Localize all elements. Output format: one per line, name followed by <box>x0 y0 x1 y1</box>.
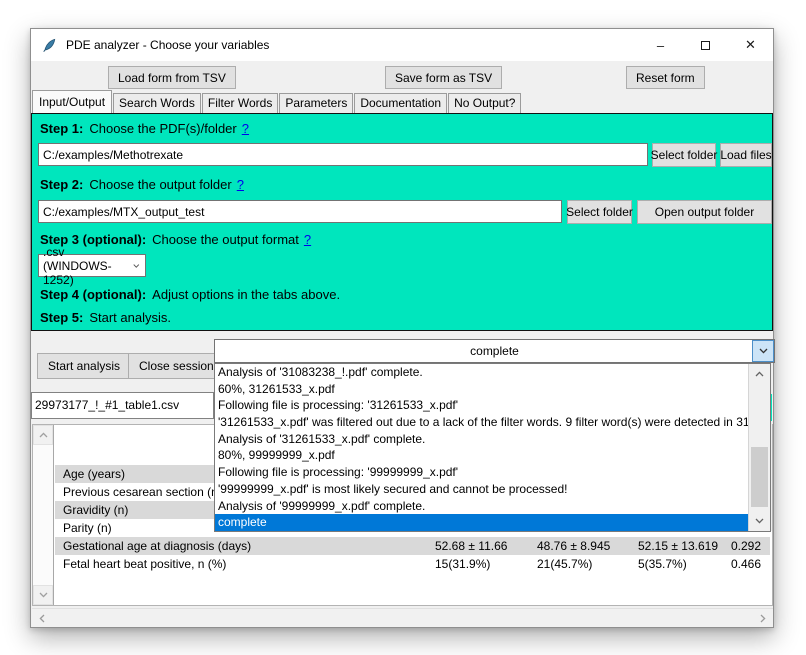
row-value: 52.68 ± 11.66 <box>435 539 537 553</box>
screenshot-stage: PDE analyzer - Choose your variables – ✕… <box>0 0 806 655</box>
chevron-down-icon <box>133 263 140 269</box>
log-item[interactable]: Following file is processing: '31261533_… <box>215 397 748 414</box>
step4-bold: Step 4 (optional): <box>40 287 146 302</box>
status-dropdown-list: Analysis of '31083238_!.pdf' complete. 6… <box>214 363 771 532</box>
chevron-right-icon <box>760 614 766 623</box>
step5-label: Step 5: Start analysis. <box>40 310 171 325</box>
step4-text: Adjust options in the tabs above. <box>152 287 340 302</box>
tab-search-words[interactable]: Search Words <box>113 93 201 113</box>
log-item[interactable]: '31261533_x.pdf' was filtered out due to… <box>215 414 748 431</box>
step2-text: Choose the output folder <box>89 177 231 192</box>
log-item[interactable]: 80%, 99999999_x.pdf <box>215 447 748 464</box>
output-file-item[interactable]: 29973177_!_#1_table1.csv <box>32 393 213 412</box>
step2-help-link[interactable]: ? <box>237 177 244 192</box>
scroll-up-button[interactable] <box>749 364 770 384</box>
tab-no-output[interactable]: No Output? <box>448 93 521 113</box>
output-format-select[interactable]: .csv (WINDOWS-1252) <box>38 254 146 277</box>
status-combobox-value: complete <box>470 344 519 358</box>
chevron-down-icon <box>759 348 768 354</box>
step5-bold: Step 5: <box>40 310 83 325</box>
log-item[interactable]: Analysis of '31083238_!.pdf' complete. <box>215 364 748 381</box>
python-feather-icon <box>42 38 57 53</box>
step2-select-folder-button[interactable]: Select folder <box>567 200 632 224</box>
row-value: 15(31.9%) <box>435 557 537 571</box>
table-row[interactable]: Gestational age at diagnosis (days) 52.6… <box>55 537 770 555</box>
table-row[interactable]: Fetal heart beat positive, n (%) 15(31.9… <box>55 555 770 573</box>
step1-text: Choose the PDF(s)/folder <box>89 121 236 136</box>
row-value: 5(35.7%) <box>638 557 731 571</box>
table-scroll-down-button[interactable] <box>33 585 53 605</box>
table-horizontal-scrollbar[interactable] <box>32 608 773 627</box>
dropdown-scrollbar-thumb[interactable] <box>751 447 768 507</box>
chevron-down-icon <box>39 592 48 598</box>
dropdown-scrollbar[interactable] <box>748 364 770 531</box>
step1-bold: Step 1: <box>40 121 83 136</box>
output-format-value: .csv (WINDOWS-1252) <box>43 245 133 287</box>
pdf-folder-input[interactable]: C:/examples/Methotrexate <box>38 143 648 166</box>
log-item[interactable]: '99999999_x.pdf' is most likely secured … <box>215 481 748 498</box>
row-value: 0.466 <box>731 557 770 571</box>
step1-label: Step 1: Choose the PDF(s)/folder? <box>40 121 249 136</box>
window-controls: – ✕ <box>638 29 773 61</box>
chevron-left-icon <box>39 614 45 623</box>
row-value: 21(45.7%) <box>537 557 638 571</box>
app-window: PDE analyzer - Choose your variables – ✕… <box>30 28 774 628</box>
reset-form-button[interactable]: Reset form <box>626 66 705 89</box>
row-value: 48.76 ± 8.945 <box>537 539 638 553</box>
table-vertical-scrollbar[interactable] <box>33 425 54 605</box>
row-label: Fetal heart beat positive, n (%) <box>55 557 435 571</box>
table-scroll-right-button[interactable] <box>753 609 773 627</box>
tab-documentation[interactable]: Documentation <box>354 93 447 113</box>
row-value: 52.15 ± 13.619 <box>638 539 731 553</box>
tab-filter-words[interactable]: Filter Words <box>202 93 278 113</box>
close-icon: ✕ <box>745 37 756 53</box>
step3-text: Choose the output format <box>152 232 299 247</box>
save-form-tsv-button[interactable]: Save form as TSV <box>385 66 502 89</box>
scroll-down-button[interactable] <box>749 511 770 531</box>
tab-parameters[interactable]: Parameters <box>279 93 353 113</box>
row-value: 0.292 <box>731 539 770 553</box>
log-item-selected[interactable]: complete <box>215 514 748 531</box>
status-combobox-dropdown-button[interactable] <box>752 340 774 362</box>
status-combobox[interactable]: complete <box>214 339 775 363</box>
maximize-button[interactable] <box>683 29 728 61</box>
step1-select-folder-button[interactable]: Select folder <box>652 143 716 167</box>
log-items: Analysis of '31083238_!.pdf' complete. 6… <box>215 364 748 531</box>
chevron-up-icon <box>39 432 48 438</box>
input-output-panel: Step 1: Choose the PDF(s)/folder? C:/exam… <box>31 113 773 331</box>
log-item[interactable]: Following file is processing: '99999999_… <box>215 464 748 481</box>
log-item[interactable]: Analysis of '31261533_x.pdf' complete. <box>215 431 748 448</box>
open-output-folder-button[interactable]: Open output folder <box>637 200 772 224</box>
close-button[interactable]: ✕ <box>728 29 773 61</box>
log-item[interactable]: 60%, 31261533_x.pdf <box>215 381 748 398</box>
step5-text: Start analysis. <box>89 310 171 325</box>
output-folder-input[interactable]: C:/examples/MTX_output_test <box>38 200 562 223</box>
start-analysis-button[interactable]: Start analysis <box>37 353 131 379</box>
tab-input-output[interactable]: Input/Output <box>32 90 112 113</box>
chevron-up-icon <box>755 371 764 377</box>
load-files-button[interactable]: Load files <box>720 143 772 167</box>
output-file-list: 29973177_!_#1_table1.csv <box>31 392 214 419</box>
load-form-tsv-button[interactable]: Load form from TSV <box>108 66 236 89</box>
log-item[interactable]: Analysis of '99999999_x.pdf' complete. <box>215 498 748 515</box>
close-session-button[interactable]: Close session <box>128 353 225 379</box>
step2-label: Step 2: Choose the output folder? <box>40 177 244 192</box>
window-title: PDE analyzer - Choose your variables <box>66 38 269 52</box>
chevron-down-icon <box>755 518 764 524</box>
step4-label: Step 4 (optional): Adjust options in the … <box>40 287 340 302</box>
step2-bold: Step 2: <box>40 177 83 192</box>
step1-help-link[interactable]: ? <box>242 121 249 136</box>
row-label: Gestational age at diagnosis (days) <box>55 539 435 553</box>
title-bar: PDE analyzer - Choose your variables – ✕ <box>31 29 773 61</box>
minimize-icon: – <box>657 38 664 53</box>
minimize-button[interactable]: – <box>638 29 683 61</box>
maximize-icon <box>701 41 710 50</box>
table-scroll-left-button[interactable] <box>32 609 52 627</box>
table-scroll-up-button[interactable] <box>33 425 53 445</box>
step3-help-link[interactable]: ? <box>304 232 311 247</box>
toolbar: Load form from TSV Save form as TSV Rese… <box>31 61 773 91</box>
tab-bar: Input/Output Search Words Filter Words P… <box>31 91 773 113</box>
